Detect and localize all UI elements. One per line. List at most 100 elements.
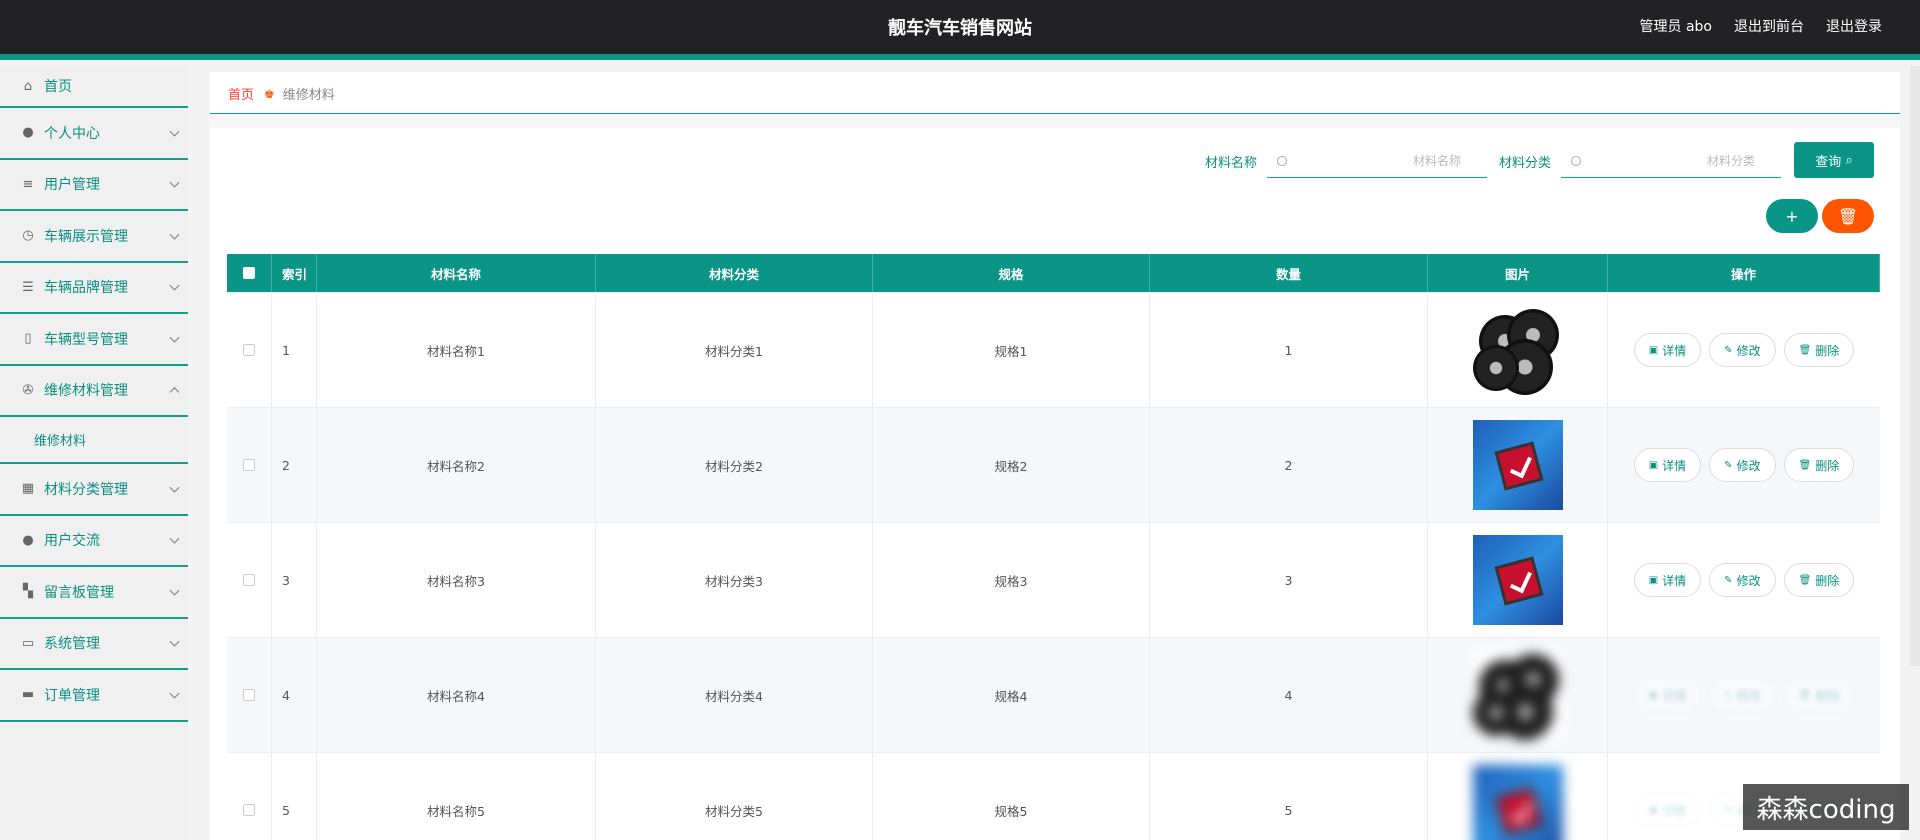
row-spec: 规格1 (873, 293, 1150, 407)
trash-icon: 🗑 (1798, 459, 1812, 471)
row-select-cell (227, 638, 272, 752)
trash-icon: 🗑 (1798, 574, 1812, 586)
edit-button[interactable]: ✎修改 (1709, 678, 1776, 712)
detail-icon: ▣ (1648, 804, 1659, 816)
chevron-down-icon (169, 688, 180, 699)
row-category: 材料分类5 (596, 753, 873, 840)
query-button-label: 查询 (1815, 154, 1842, 170)
add-button[interactable]: + (1766, 199, 1818, 233)
exit-to-front-link[interactable]: 退出到前台 (1734, 16, 1804, 36)
table-row: 3 材料名称3 材料分类3 规格3 3 ▣ 详情 ✎ 修改 🗑 删除 (227, 523, 1880, 638)
home-icon: ⌂ (23, 78, 33, 94)
chip-image (1472, 535, 1563, 625)
detail-icon: ▣ (1648, 344, 1659, 356)
maple-leaf-icon: ♚ (264, 86, 275, 101)
search-icon (1277, 155, 1288, 166)
row-checkbox[interactable] (243, 804, 255, 816)
edit-icon: ✎ (1724, 689, 1733, 701)
row-actions: ▣详情✎修改🗑删除 (1608, 638, 1880, 752)
detail-icon: ▣ (1648, 574, 1659, 586)
sidebar-item-orders[interactable]: ▬ 订单管理 (0, 670, 188, 722)
sidebar-item-repair-material[interactable]: ✇ 维修材料管理 (0, 366, 188, 417)
detail-label: 详情 (1662, 458, 1687, 473)
delete-button[interactable]: 🗑删除 (1783, 563, 1855, 597)
row-checkbox[interactable] (243, 574, 255, 586)
scrollbar[interactable] (1910, 66, 1920, 666)
row-category: 材料分类3 (596, 523, 873, 637)
row-index: 5 (272, 753, 317, 840)
sidebar-item-label: 系统管理 (44, 636, 100, 653)
chip-image (1472, 765, 1563, 840)
select-all-checkbox[interactable] (243, 267, 255, 279)
delete-button[interactable]: 🗑删除 (1783, 333, 1855, 367)
row-quantity: 3 (1150, 523, 1428, 637)
tire-image (1472, 650, 1563, 740)
detail-button[interactable]: ▣ 详情 (1633, 333, 1702, 367)
row-quantity: 4 (1150, 638, 1428, 752)
sidebar-item-label: 用户管理 (44, 177, 100, 194)
edit-button[interactable]: ✎修改 (1709, 333, 1776, 367)
sidebar-item-label: 用户交流 (44, 533, 100, 550)
detail-button[interactable]: ▣ 详情 (1633, 563, 1702, 597)
header-index: 索引 (272, 254, 317, 292)
sidebar-item-user-exchange[interactable]: ● 用户交流 (0, 516, 188, 567)
bulb-icon: ▯ (24, 331, 32, 347)
message-icon: ▭ (21, 635, 35, 651)
search-name-label: 材料名称 (1205, 155, 1258, 171)
submenu-repair-material[interactable]: 维修材料 (0, 417, 188, 464)
sidebar-item-label: 首页 (44, 79, 72, 95)
sidebar-item-vehicle-brand[interactable]: ☰ 车辆品牌管理 (0, 263, 188, 314)
sidebar-item-label: 车辆型号管理 (44, 331, 128, 348)
sidebar-item-message-board[interactable]: ▚ 留言板管理 (0, 567, 188, 619)
sidebar-item-material-category[interactable]: ▦ 材料分类管理 (0, 464, 188, 516)
detail-label: 详情 (1662, 343, 1687, 358)
breadcrumb-home[interactable]: 首页 (228, 84, 254, 103)
detail-button[interactable]: ▣ 详情 (1633, 448, 1702, 482)
row-actions: ▣详情✎修改🗑删除 (1608, 293, 1880, 407)
sidebar-item-system[interactable]: ▭ 系统管理 (0, 619, 188, 670)
edit-button[interactable]: ✎修改 (1709, 448, 1776, 482)
breadcrumb: 首页 ♚ 维修材料 (228, 84, 335, 104)
search-name-input[interactable]: 材料名称 (1267, 144, 1488, 178)
query-button[interactable]: 查询 ⌕ (1794, 142, 1874, 178)
user-icon: ● (22, 532, 34, 548)
admin-user-label: 管理员 abo (1639, 19, 1712, 35)
sidebar-item-vehicle-display[interactable]: ◷ 车辆展示管理 (0, 211, 188, 263)
sidebar-item-label: 维修材料管理 (44, 383, 128, 400)
row-name: 材料名称5 (317, 753, 596, 840)
logout-link[interactable]: 退出登录 (1826, 16, 1882, 36)
row-spec: 规格5 (873, 753, 1150, 840)
edit-label: 修改 (1736, 458, 1761, 473)
sidebar-item-personal[interactable]: ● 个人中心 (0, 108, 188, 160)
edit-label: 修改 (1736, 573, 1761, 588)
table-row: 4 材料名称4 材料分类4 规格4 4 ▣ 详情 ✎ 修改 🗑 删除 (227, 638, 1880, 753)
row-quantity: 2 (1150, 408, 1428, 522)
header-spec: 规格 (873, 254, 1150, 292)
detail-button[interactable]: ▣ 详情 (1633, 793, 1702, 827)
edit-button[interactable]: ✎修改 (1709, 563, 1776, 597)
chevron-down-icon (169, 585, 180, 596)
tire-image (1472, 305, 1563, 395)
search-category-input[interactable]: 材料分类 (1561, 144, 1782, 178)
delete-button[interactable]: 🗑删除 (1783, 448, 1855, 482)
detail-icon: ▣ (1648, 689, 1659, 701)
row-name: 材料名称3 (317, 523, 596, 637)
sidebar-item-home[interactable]: ⌂ 首页 (0, 66, 188, 108)
row-checkbox[interactable] (243, 344, 255, 356)
row-checkbox[interactable] (243, 689, 255, 701)
search-name-placeholder: 材料名称 (1413, 154, 1462, 168)
sidebar-item-vehicle-model[interactable]: ▯ 车辆型号管理 (0, 314, 188, 366)
sidebar-item-users[interactable]: ≡ 用户管理 (0, 160, 188, 211)
detail-button[interactable]: ▣ 详情 (1633, 678, 1702, 712)
sidebar-item-label: 订单管理 (44, 687, 100, 704)
chevron-down-icon (169, 177, 180, 188)
detail-label: 详情 (1662, 688, 1687, 703)
delete-button[interactable]: 🗑删除 (1783, 678, 1855, 712)
table-row: 1 材料名称1 材料分类1 规格1 1 ▣ 详情 ✎ 修改 🗑 删除 (227, 293, 1880, 408)
header-quantity: 数量 (1150, 254, 1428, 292)
chevron-down-icon (169, 280, 180, 291)
row-checkbox[interactable] (243, 459, 255, 471)
edit-label: 修改 (1736, 343, 1761, 358)
batch-delete-button[interactable]: 🗑 (1822, 199, 1874, 233)
detail-icon: ▣ (1648, 459, 1659, 471)
